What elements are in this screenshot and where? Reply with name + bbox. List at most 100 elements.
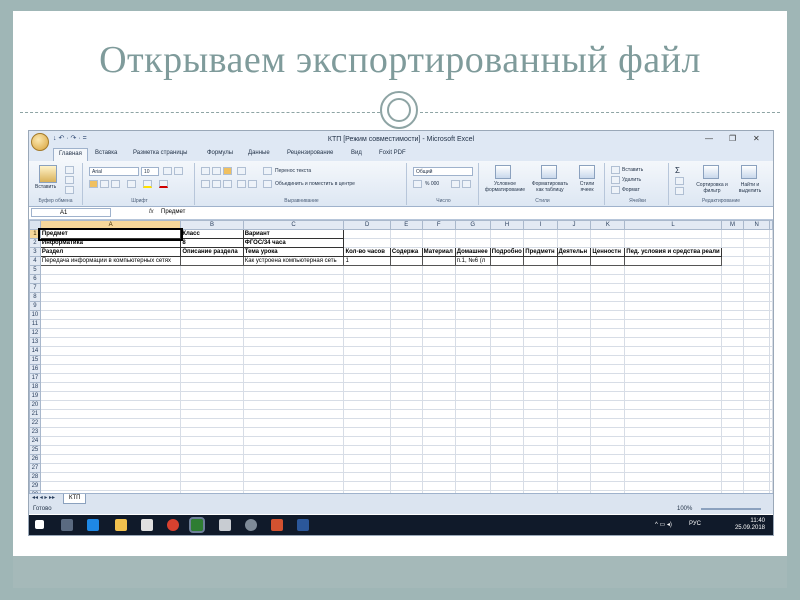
cell[interactable] xyxy=(720,400,745,410)
cell[interactable] xyxy=(720,337,745,347)
cell[interactable] xyxy=(624,436,722,446)
cell[interactable] xyxy=(180,283,244,293)
font-size-combo[interactable]: 10 xyxy=(141,167,159,176)
cell[interactable] xyxy=(180,265,244,275)
find-select-label[interactable]: Найти и выделить xyxy=(733,182,767,194)
cell[interactable] xyxy=(180,292,244,302)
cell[interactable] xyxy=(454,445,491,455)
cell[interactable] xyxy=(624,265,722,275)
cell[interactable]: Информатика xyxy=(39,238,182,248)
cell[interactable] xyxy=(421,328,456,338)
cell[interactable] xyxy=(343,445,391,455)
cell[interactable] xyxy=(624,355,722,365)
cell[interactable] xyxy=(242,283,345,293)
cell[interactable] xyxy=(242,355,345,365)
cell[interactable] xyxy=(743,445,770,455)
cell[interactable] xyxy=(421,274,456,284)
cell[interactable]: Кол-во часов xyxy=(343,247,391,257)
cell[interactable] xyxy=(39,445,182,455)
file-explorer-icon[interactable] xyxy=(115,519,127,531)
row-header[interactable]: 18 xyxy=(29,382,41,392)
cell[interactable] xyxy=(590,292,626,302)
cell[interactable] xyxy=(421,346,456,356)
cell[interactable] xyxy=(743,436,770,446)
cell[interactable] xyxy=(523,319,558,329)
cell[interactable] xyxy=(421,427,456,437)
cell[interactable] xyxy=(421,355,456,365)
cell[interactable] xyxy=(743,256,770,266)
column-header[interactable]: A xyxy=(39,220,182,230)
cell[interactable] xyxy=(720,472,745,482)
cell[interactable] xyxy=(389,409,423,419)
cell[interactable] xyxy=(720,238,745,248)
insert-cells-label[interactable]: Вставить xyxy=(622,167,643,173)
cell[interactable]: Содержа xyxy=(389,247,423,257)
row-header[interactable]: 23 xyxy=(29,427,41,437)
cell[interactable] xyxy=(590,364,626,374)
cell[interactable]: Передача информации в компьютерных сетях xyxy=(39,256,182,266)
cell[interactable] xyxy=(389,346,423,356)
cell[interactable] xyxy=(343,337,391,347)
cell[interactable] xyxy=(389,310,423,320)
cell[interactable] xyxy=(454,382,491,392)
cell[interactable]: Домашнее xyxy=(454,247,491,257)
cell[interactable] xyxy=(769,355,773,365)
cell[interactable] xyxy=(720,265,745,275)
cell[interactable] xyxy=(180,319,244,329)
align-top-icon[interactable] xyxy=(201,167,210,175)
office-button[interactable] xyxy=(31,133,49,151)
cell[interactable] xyxy=(743,400,770,410)
cell[interactable] xyxy=(454,454,491,464)
cell[interactable] xyxy=(720,481,745,491)
cell[interactable] xyxy=(720,391,745,401)
cell[interactable] xyxy=(523,391,558,401)
cell[interactable] xyxy=(720,229,745,239)
cell[interactable] xyxy=(556,427,592,437)
cell[interactable] xyxy=(720,256,745,266)
cell[interactable] xyxy=(180,274,244,284)
cell[interactable] xyxy=(769,373,773,383)
cell[interactable] xyxy=(720,427,745,437)
cell[interactable] xyxy=(720,247,745,257)
cell[interactable] xyxy=(624,274,722,284)
cell[interactable] xyxy=(180,364,244,374)
cell[interactable] xyxy=(421,337,456,347)
cell[interactable] xyxy=(421,409,456,419)
cell[interactable] xyxy=(720,436,745,446)
cell[interactable] xyxy=(743,382,770,392)
cell[interactable] xyxy=(180,427,244,437)
cell[interactable] xyxy=(743,247,770,257)
cell[interactable] xyxy=(556,229,592,239)
mail-icon[interactable] xyxy=(219,519,231,531)
cell[interactable] xyxy=(242,400,345,410)
cell[interactable] xyxy=(720,274,745,284)
cell[interactable] xyxy=(389,391,423,401)
cell[interactable] xyxy=(769,265,773,275)
cell[interactable] xyxy=(556,283,592,293)
cell[interactable] xyxy=(421,400,456,410)
font-name-combo[interactable]: Arial xyxy=(89,167,139,176)
cell[interactable]: Подробно xyxy=(489,247,525,257)
cell[interactable] xyxy=(489,436,525,446)
format-painter-icon[interactable] xyxy=(65,186,74,194)
row-header[interactable]: 4 xyxy=(29,256,41,266)
cell[interactable] xyxy=(769,310,773,320)
cell[interactable] xyxy=(180,337,244,347)
cell[interactable] xyxy=(523,346,558,356)
cell[interactable] xyxy=(389,418,423,428)
cell[interactable] xyxy=(242,319,345,329)
cell[interactable] xyxy=(343,238,391,248)
row-header[interactable]: 5 xyxy=(29,265,41,275)
cell[interactable]: Материал xyxy=(421,247,456,257)
cell[interactable] xyxy=(242,337,345,347)
cell[interactable] xyxy=(421,445,456,455)
cell[interactable] xyxy=(523,364,558,374)
column-header[interactable]: F xyxy=(421,220,456,230)
cell[interactable] xyxy=(523,310,558,320)
cell[interactable] xyxy=(590,346,626,356)
cell-styles-icon[interactable] xyxy=(579,165,595,179)
cell[interactable] xyxy=(389,301,423,311)
increase-decimal-icon[interactable] xyxy=(451,180,460,188)
cell[interactable] xyxy=(743,481,770,491)
cell[interactable] xyxy=(523,229,558,239)
